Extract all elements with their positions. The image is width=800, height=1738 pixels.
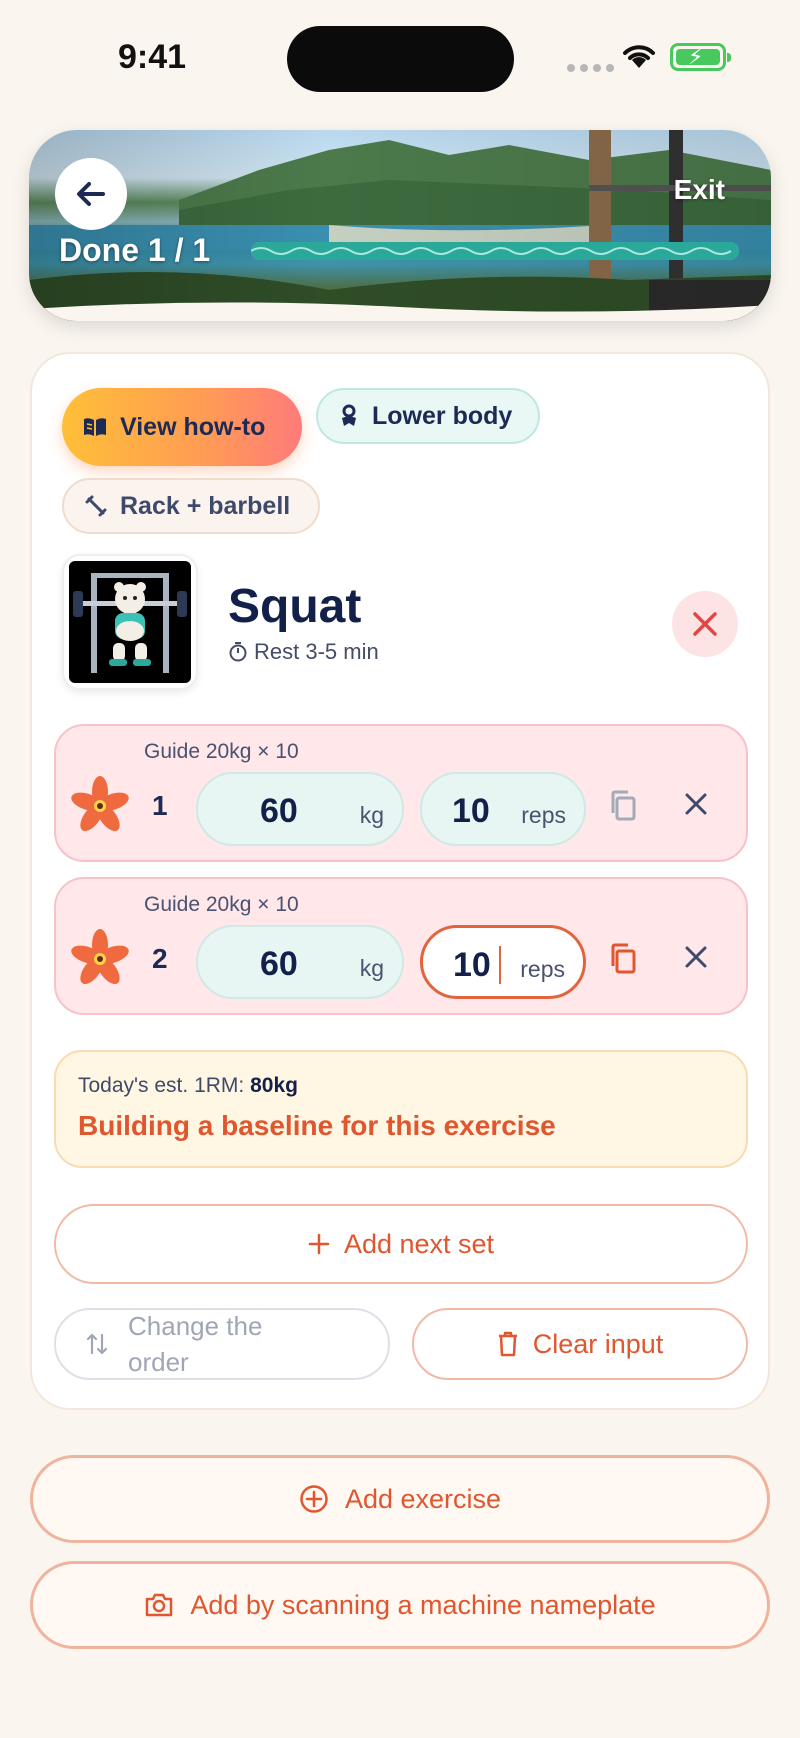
change-order-label: Change the order bbox=[128, 1311, 263, 1377]
progress-bar-fill bbox=[251, 242, 739, 260]
wifi-icon bbox=[623, 45, 655, 68]
dynamic-island bbox=[287, 26, 514, 92]
set-guide: Guide 20kg × 10 bbox=[144, 893, 299, 916]
add-next-set-label: Add next set bbox=[343, 1228, 495, 1259]
camera-icon bbox=[146, 1593, 173, 1617]
exit-button[interactable]: Exit bbox=[674, 174, 725, 206]
status-bar: 9:41 ⚡ bbox=[0, 0, 800, 120]
estimate-value: 80kg bbox=[250, 1074, 298, 1097]
lower-body-label: Lower body bbox=[372, 401, 513, 430]
status-time: 9:41 bbox=[118, 38, 187, 76]
equipment-label: Rack + barbell bbox=[120, 491, 291, 520]
flower-icon bbox=[71, 929, 129, 985]
flower-icon bbox=[71, 776, 129, 832]
change-order-button[interactable]: Change the order bbox=[54, 1308, 390, 1380]
rest-label: Rest 3-5 min bbox=[254, 639, 379, 664]
muscle-icon bbox=[342, 404, 356, 426]
copy-set-icon[interactable] bbox=[608, 943, 638, 975]
close-icon bbox=[693, 612, 717, 636]
set-row: Guide 20kg × 10 1 60 kg 10 reps bbox=[54, 724, 748, 862]
timer-icon bbox=[229, 642, 247, 662]
estimated-1rm-panel: Today's est. 1RM: 80kg Building a baseli… bbox=[54, 1050, 748, 1168]
set-row: Guide 20kg × 10 2 60 kg 10 reps bbox=[54, 877, 748, 1015]
arrow-left-icon bbox=[77, 182, 105, 206]
view-howto-label: View how-to bbox=[120, 412, 266, 441]
set-number: 2 bbox=[152, 943, 168, 974]
reps-unit: reps bbox=[520, 956, 565, 982]
reps-value: 10 bbox=[452, 792, 490, 830]
plus-circle-icon bbox=[300, 1485, 328, 1513]
back-button[interactable] bbox=[55, 158, 127, 230]
weight-unit: kg bbox=[359, 802, 384, 828]
scan-nameplate-button[interactable]: Add by scanning a machine nameplate bbox=[30, 1561, 770, 1649]
reps-value: 10 bbox=[453, 946, 491, 984]
text-cursor bbox=[499, 946, 501, 984]
estimate-label: Today's est. 1RM: bbox=[78, 1074, 245, 1097]
reps-input[interactable]: 10 reps bbox=[420, 772, 586, 846]
delete-set-icon[interactable] bbox=[684, 945, 708, 969]
equipment-chip[interactable]: Rack + barbell bbox=[62, 478, 320, 534]
weight-value: 60 bbox=[260, 792, 298, 830]
signal-icon bbox=[567, 64, 614, 72]
book-icon bbox=[84, 418, 106, 436]
delete-set-icon[interactable] bbox=[684, 792, 708, 816]
estimate-message: Building a baseline for this exercise bbox=[78, 1110, 556, 1141]
clear-input-button[interactable]: Clear input bbox=[412, 1308, 748, 1380]
clear-input-label: Clear input bbox=[532, 1328, 664, 1359]
copy-set-icon[interactable] bbox=[608, 790, 638, 822]
add-next-set-button[interactable]: Add next set bbox=[54, 1204, 748, 1284]
reorder-icon bbox=[86, 1333, 108, 1355]
workout-hero-banner: Exit Done 1 / 1 bbox=[29, 130, 771, 321]
reps-unit: reps bbox=[521, 802, 566, 828]
exercise-name: Squat bbox=[228, 580, 362, 633]
remove-exercise-button[interactable] bbox=[672, 591, 738, 657]
lower-body-chip[interactable]: Lower body bbox=[316, 388, 540, 444]
weight-value: 60 bbox=[260, 945, 298, 983]
bear-squat-illustration bbox=[69, 561, 191, 683]
exercise-thumbnail[interactable] bbox=[62, 554, 198, 690]
weight-input[interactable]: 60 kg bbox=[196, 925, 404, 999]
estimate-line: Today's est. 1RM: 80kg bbox=[78, 1074, 298, 1098]
exercise-card: View how-to Lower body Rack + barbell Sq… bbox=[30, 352, 770, 1410]
rest-time: Rest 3-5 min bbox=[228, 639, 379, 665]
weight-unit: kg bbox=[359, 955, 384, 981]
weight-input[interactable]: 60 kg bbox=[196, 772, 404, 846]
add-exercise-button[interactable]: Add exercise bbox=[30, 1455, 770, 1543]
progress-label: Done 1 / 1 bbox=[59, 232, 211, 268]
add-exercise-label: Add exercise bbox=[344, 1483, 502, 1514]
plus-icon bbox=[308, 1233, 330, 1255]
set-number: 1 bbox=[152, 790, 168, 821]
reps-input-focused[interactable]: 10 reps bbox=[420, 925, 586, 999]
battery-icon: ⚡ bbox=[670, 43, 731, 71]
view-howto-button[interactable]: View how-to bbox=[62, 388, 302, 466]
dumbbell-icon bbox=[85, 495, 107, 517]
trash-icon bbox=[498, 1331, 517, 1357]
set-guide: Guide 20kg × 10 bbox=[144, 740, 299, 763]
scan-nameplate-label: Add by scanning a machine nameplate bbox=[190, 1589, 656, 1620]
workout-progress-bar bbox=[251, 242, 739, 260]
